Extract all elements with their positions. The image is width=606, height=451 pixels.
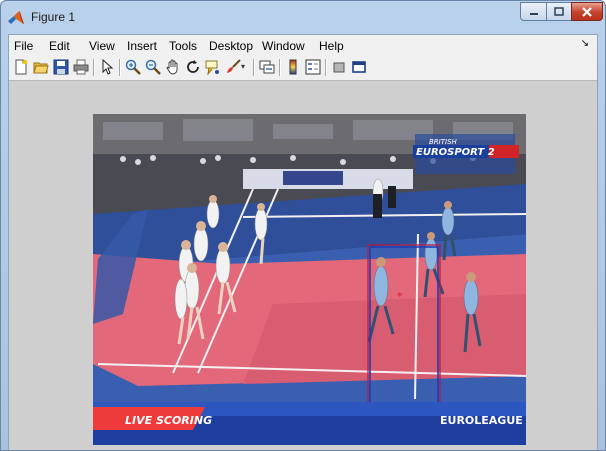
- minimize-button[interactable]: [520, 2, 547, 21]
- matlab-logo-icon: [8, 11, 24, 24]
- edit-plot-arrow-icon[interactable]: [99, 59, 115, 75]
- pan-hand-icon[interactable]: [165, 59, 181, 75]
- menu-help[interactable]: Help: [319, 39, 344, 53]
- menu-desktop[interactable]: Desktop: [209, 39, 253, 53]
- figure-canvas: BRITISH EUROSPORT 2 * LIVE SCORING EUROL…: [9, 81, 597, 450]
- maximize-button[interactable]: [546, 2, 572, 21]
- insert-legend-icon[interactable]: [305, 59, 321, 75]
- menu-view[interactable]: View: [89, 39, 115, 53]
- window-title: Figure 1: [31, 10, 76, 24]
- broadcaster-label-small: BRITISH: [429, 138, 458, 146]
- close-button[interactable]: [571, 2, 603, 21]
- rotate-3d-icon[interactable]: [185, 59, 201, 75]
- axes[interactable]: BRITISH EUROSPORT 2 * LIVE SCORING EUROL…: [93, 114, 526, 445]
- zoom-in-icon[interactable]: [125, 59, 141, 75]
- live-scoring-banner: LIVE SCORING: [125, 414, 212, 427]
- figure-client-area: File Edit View Insert Tools Desktop Wind…: [8, 34, 598, 450]
- save-figure-icon[interactable]: [53, 59, 69, 75]
- menu-insert[interactable]: Insert: [127, 39, 157, 53]
- maximize-icon: [554, 7, 564, 16]
- link-plot-icon[interactable]: [259, 59, 275, 75]
- menu-bar: File Edit View Insert Tools Desktop Wind…: [9, 35, 597, 57]
- toolbar-separator: [325, 59, 326, 76]
- minimize-icon: [529, 12, 538, 15]
- league-banner: EUROLEAGUE: [440, 414, 523, 427]
- toolbar-separator: [279, 59, 280, 76]
- open-file-icon[interactable]: [33, 59, 49, 75]
- detection-marker: *: [397, 290, 403, 303]
- menu-tools[interactable]: Tools: [169, 39, 197, 53]
- video-frame-image: BRITISH EUROSPORT 2 * LIVE SCORING EUROL…: [93, 114, 526, 445]
- figure-window: Figure 1 File Edit View Insert Tools Des…: [0, 0, 606, 451]
- broadcaster-label: EUROSPORT 2: [416, 147, 495, 158]
- brush-dropdown-icon[interactable]: ▾: [241, 59, 249, 75]
- menu-file[interactable]: File: [14, 39, 33, 53]
- menu-edit[interactable]: Edit: [49, 39, 70, 53]
- menu-window[interactable]: Window: [262, 39, 305, 53]
- new-figure-icon[interactable]: [13, 59, 29, 75]
- toolbar-separator: [93, 59, 94, 76]
- insert-colorbar-icon[interactable]: [285, 59, 301, 75]
- show-plot-tools-icon[interactable]: [351, 59, 367, 75]
- close-icon: [582, 6, 592, 17]
- menu-dock-arrow-icon[interactable]: ↘: [581, 38, 589, 49]
- hide-plot-tools-icon[interactable]: [331, 59, 347, 75]
- brush-icon[interactable]: [225, 59, 241, 75]
- zoom-out-icon[interactable]: [145, 59, 161, 75]
- data-cursor-icon[interactable]: [205, 59, 221, 75]
- print-figure-icon[interactable]: [73, 59, 89, 75]
- toolbar-separator: [119, 59, 120, 76]
- figure-toolbar: ▾: [9, 56, 597, 81]
- title-bar[interactable]: Figure 1: [1, 1, 605, 34]
- toolbar-separator: [253, 59, 254, 76]
